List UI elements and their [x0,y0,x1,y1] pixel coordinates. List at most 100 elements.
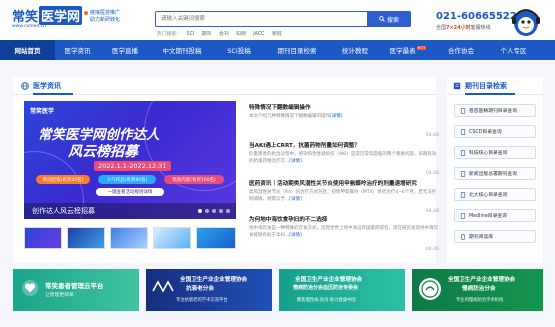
ad-banner-patient-platform[interactable]: 常笑患者管理云平台 让管理更简单 [13,269,139,311]
carousel-dot[interactable] [205,209,209,213]
news-item[interactable]: 特殊情况下翻数编辑操作 本文介绍几种特殊情况下翻数编辑的操作[详情] 04-28 [249,103,439,141]
banner-thumbnail[interactable] [153,227,191,249]
nav-item-journal-search[interactable]: 期刊目录检索 [264,40,330,60]
nav-item-sci[interactable]: SCI投稿 [214,40,264,60]
news-more-link[interactable]: [详情] [289,197,302,202]
ad-title: 全国卫生产业企业管理协会 [180,277,248,283]
news-desc: 地中海饮食是一种特殊的饮食方式，因而世界上地中海沿岸国家而得名，现在研究发现地中… [249,226,438,238]
search-button[interactable]: 搜索 [367,11,411,27]
news-title[interactable]: 医药资讯｜活动期类风湿性关节炎使用甲氨蝶呤治疗的剂量递增研究 [249,179,439,187]
nav-item-stats[interactable]: 统计教程 [330,40,380,60]
nav-item-live[interactable]: 医学直播 [100,40,150,60]
banner-headline: 常笑医学网创作达人 [38,127,160,143]
journal-link[interactable]: CSCD目录查询 [454,125,536,138]
hot-badge: HOT [416,46,427,50]
ad-subtitle: 聚焦慢性病·防治·助力健康中国 [297,298,356,303]
banner-thumbnail[interactable] [110,227,148,249]
journal-link[interactable]: 卷首医精期刊目录查询 [454,104,536,117]
news-item[interactable]: 当AKI遇上CRRT，抗菌药物剂量如何调整？ 危重患者的抗治过程中，感染和急性肾… [249,141,439,179]
hotline-prefix: 全国 [436,25,447,31]
journal-link-label: 期刊阅读库 [469,235,493,240]
nav-item-home[interactable]: 网站首页 [0,40,55,60]
featured-banner[interactable]: 常笑医学 常笑医学网创作达人 风云榜招募 2022.1.1-2022.12.31… [24,101,236,219]
nav-label: 医学直播 [112,47,138,55]
news-title[interactable]: 当AKI遇上CRRT，抗菌药物剂量如何调整？ [249,141,439,149]
journal-link[interactable]: 期刊阅读库 [454,230,536,243]
book-icon [453,82,461,90]
site-header: 常笑医学网 www.cxmed.cn 链接医技推广 助力新研转化 搜索 热门搜索… [0,0,555,40]
hot-term[interactable]: 期刊 [202,32,212,37]
section-underline [465,93,515,95]
nav-label: SCI投稿 [227,47,251,55]
nav-label: 个人专区 [500,47,527,55]
carousel-dot[interactable] [219,209,223,213]
banner-pill: 原创佳作(有奖40名) [36,175,90,184]
journal-link[interactable]: 北大核心目录查询 [454,188,536,201]
news-item[interactable]: 医药资讯｜活动期类风湿性关节炎使用甲氨蝶呤治疗的剂量递增研究 类风湿性关节炎（R… [249,179,439,217]
mascot-avatar-icon [512,9,540,36]
ad-banner-anti-aging[interactable]: 全国卫生产业企业管理协会 抗衰老分会 专注抗衰老的学术交流平台 [146,269,272,311]
page: 常笑医学网 www.cxmed.cn 链接医技推广 助力新研转化 搜索 热门搜索… [0,0,555,327]
carousel-dot[interactable] [212,209,216,213]
hot-term[interactable]: 会刊 [219,32,229,37]
banner-caption: 创作达人风云榜招募 [32,207,95,215]
news-title[interactable]: 特殊情况下翻数编辑操作 [249,103,439,111]
ad-title-line2: 抗衰老分会 [186,286,214,292]
nav-label: 医学资讯 [64,47,91,55]
news-more-link[interactable]: [详情] [330,114,343,119]
journal-link-label: 科技核心目录查询 [469,151,508,156]
slogan: 链接医技推广 助力新研转化 [84,10,120,24]
journal-link-label: 卷首医精期刊目录查询 [469,109,517,114]
site-logo[interactable]: 常笑 医学网 www.cxmed.cn [12,6,83,36]
ad-banner-chronic-disease[interactable]: 全国卫生产业企业管理协会 慢病防治分会 专业的慢病防治学术机构 [412,269,543,311]
nav-item-partners[interactable]: 合作协会 [436,40,486,60]
journal-panel: 期刊目录检索 卷首医精期刊目录查询 CSCD目录查询 科技核心目录查询 新闻出版… [447,77,543,263]
news-more-link[interactable]: [详情] [289,159,302,164]
hotline-suffix: 客服热线 [470,25,491,31]
hot-search: 热门搜索： SCI 期刊 会刊 知网 JACC 新冠 [157,30,288,37]
news-desc: 危重患者的抗治过程中，感染和急性肾损伤（AKI）是常见常常面临的两个重要问题，早… [249,152,437,164]
banner-logo: 常笑医学 [30,108,55,115]
banner-thumbnail[interactable] [67,227,105,249]
ad-title: 全国卫生产业企业管理协会 [295,277,363,283]
news-date: 04-28 [425,209,439,214]
hot-term[interactable]: JACC [253,32,264,37]
hot-term[interactable]: 新冠 [272,32,282,37]
journal-link[interactable]: Medline目录查询 [454,209,536,222]
journal-section-title: 期刊目录检索 [465,82,507,90]
nav-item-personal[interactable]: 个人专区 [486,40,541,60]
banner-cta-button[interactable]: 一键查看活动规则详情 [96,188,164,196]
nav-label: 期刊目录检索 [277,47,317,55]
search-input[interactable] [156,12,366,26]
news-summary: 本文介绍几种特殊情况下翻数编辑的操作[详情] [249,113,439,120]
hot-term[interactable]: SCI [187,32,195,37]
document-icon [460,170,466,177]
heart-cloud-icon [21,279,39,297]
document-icon [460,212,466,219]
ad-subtitle: 让管理更简单 [45,293,74,298]
nav-item-news[interactable]: 医学资讯 [55,40,100,60]
news-more-link[interactable]: [详情] [289,233,302,238]
nav-label: 合作协会 [448,47,474,55]
news-title[interactable]: 为何地中海饮食孕妇的不二选择 [249,215,439,223]
journal-link[interactable]: 科技核心目录查询 [454,146,536,159]
journal-link-label: CSCD目录查询 [469,130,502,135]
search-button-label: 搜索 [386,16,399,24]
ad-banner-blood-pressure[interactable]: 全国卫生产业企业管理协会 慢病防治分会血压防治专委会 聚焦慢性病·防治·助力健康… [279,269,405,311]
carousel-dot[interactable] [198,209,202,213]
banner-thumbnail[interactable] [196,227,236,249]
carousel-dot[interactable] [226,209,230,213]
news-date: 04-28 [425,171,439,176]
journal-link[interactable]: 新闻出版总署期刊查询 [454,167,536,180]
nav-item-latest[interactable]: 医学最表 HOT [380,40,436,60]
ad-subtitle: 专业的慢病防治学术机构 [456,298,504,303]
hotline-hours: 7×24小时 [446,25,471,31]
news-item[interactable]: 为何地中海饮食孕妇的不二选择 地中海饮食是一种特殊的饮食方式，因而世界上地中海沿… [249,215,439,255]
banner-caption-bar: 创作达人风云榜招募 [24,203,236,219]
slogan-line-2: 助力新研转化 [90,17,121,23]
slogan-line-1: 链接医技推广 [90,10,121,16]
nav-item-cn-journal[interactable]: 中文期刊投稿 [150,40,214,60]
banner-thumbnail[interactable] [24,227,62,249]
hot-term[interactable]: 知网 [236,32,246,37]
news-section-title: 医学资讯 [33,82,61,90]
